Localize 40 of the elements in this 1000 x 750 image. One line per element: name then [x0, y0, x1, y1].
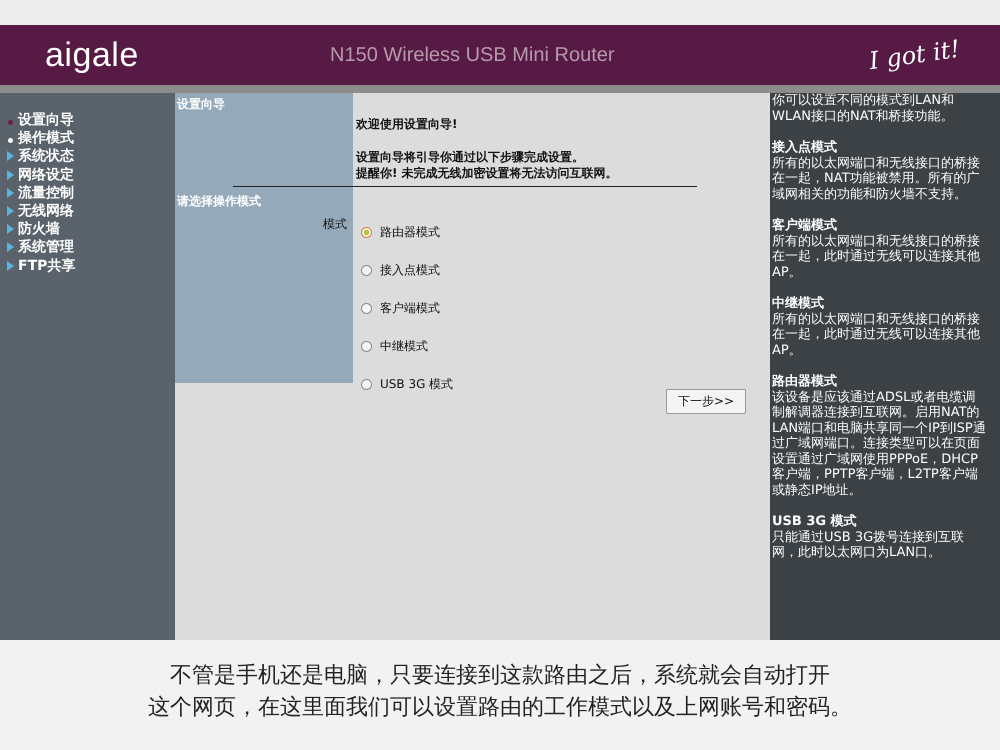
nav-item[interactable]: 流量控制	[0, 184, 74, 202]
help-heading: 中继模式	[772, 296, 825, 312]
radio-option[interactable]: 接入点模式	[356, 261, 440, 279]
help-heading: 路由器模式	[772, 374, 838, 390]
nav-item[interactable]: 无线网络	[0, 202, 74, 220]
caption-text: 不管是手机还是电脑，只要连接到这款路由之后，系统就会自动打开 这个网页，在这里面我们可以设置路由的工作模式以及上网账号和密码。	[148, 662, 852, 722]
next-button[interactable]: 下一步>>	[666, 389, 746, 414]
radio-button[interactable]	[361, 302, 372, 314]
section-title: 设置向导	[177, 96, 225, 113]
nav-item[interactable]: 设置向导	[0, 111, 74, 130]
section-title: 请选择操作模式	[177, 193, 261, 210]
radio-option[interactable]: 中继模式	[356, 337, 428, 355]
welcome-text: 欢迎使用设置向导!	[356, 116, 458, 133]
radio-button[interactable]	[361, 378, 372, 390]
radio-option[interactable]: USB 3G 模式	[356, 375, 454, 393]
intro-text: 设置向导将引导你通过以下步骤完成设置。 提醒你! 未完成无线加密设置将无法访问互联网。	[356, 149, 619, 181]
radio-button[interactable]	[361, 226, 372, 238]
nav-item[interactable]: 防火墙	[0, 220, 60, 238]
help-text: 所有的以太网端口和无线接口的桥接在一起，此时通过无线可以连接其他AP。	[772, 312, 981, 358]
radio-button[interactable]	[361, 340, 372, 352]
help-heading: USB 3G 模式	[772, 514, 858, 530]
help-text: 所有的以太网端口和无线接口的桥接在一起，此时通过无线可以连接其他AP。	[772, 234, 981, 280]
help-text: 该设备是应该通过ADSL或者电缆调制解调器连接到互联网。启用NAT的LAN端口和电脑共享同一个IP到ISP通过广域网端口。连接类型可以在页面设置通过广域网使用PPPoE，DHCP客户端，PPTP客户端，L2TP客户端或静态IP地址。	[772, 390, 986, 498]
logo: aigale	[45, 36, 140, 74]
nav-item[interactable]: 系统管理	[0, 238, 74, 256]
nav-item[interactable]: FTP共享	[0, 256, 76, 275]
help-heading: 接入点模式	[772, 140, 838, 156]
slogan: I got it!	[867, 34, 962, 76]
help-text: 只能通过USB 3G拨号连接到互联网，此时以太网口为LAN口。	[772, 530, 966, 560]
nav-item[interactable]: 系统状态	[0, 147, 74, 166]
field-label: 模式	[323, 216, 347, 233]
radio-option[interactable]: 路由器模式	[356, 223, 440, 241]
radio-button[interactable]	[361, 264, 372, 276]
nav-item[interactable]: 网络设定	[0, 166, 74, 184]
nav-item[interactable]: 操作模式	[0, 129, 74, 148]
radio-option[interactable]: 客户端模式	[356, 299, 440, 317]
help-text: 所有的以太网端口和无线接口的桥接在一起，NAT功能被禁用。所有的广域网相关的功能和防火墙不支持。	[772, 156, 981, 202]
router-title: N150 Wireless USB Mini Router	[330, 44, 616, 66]
help-heading: 客户端模式	[772, 218, 838, 234]
help-text: 你可以设置不同的模式到LAN和WLAN接口的NAT和桥接功能。	[772, 93, 956, 124]
